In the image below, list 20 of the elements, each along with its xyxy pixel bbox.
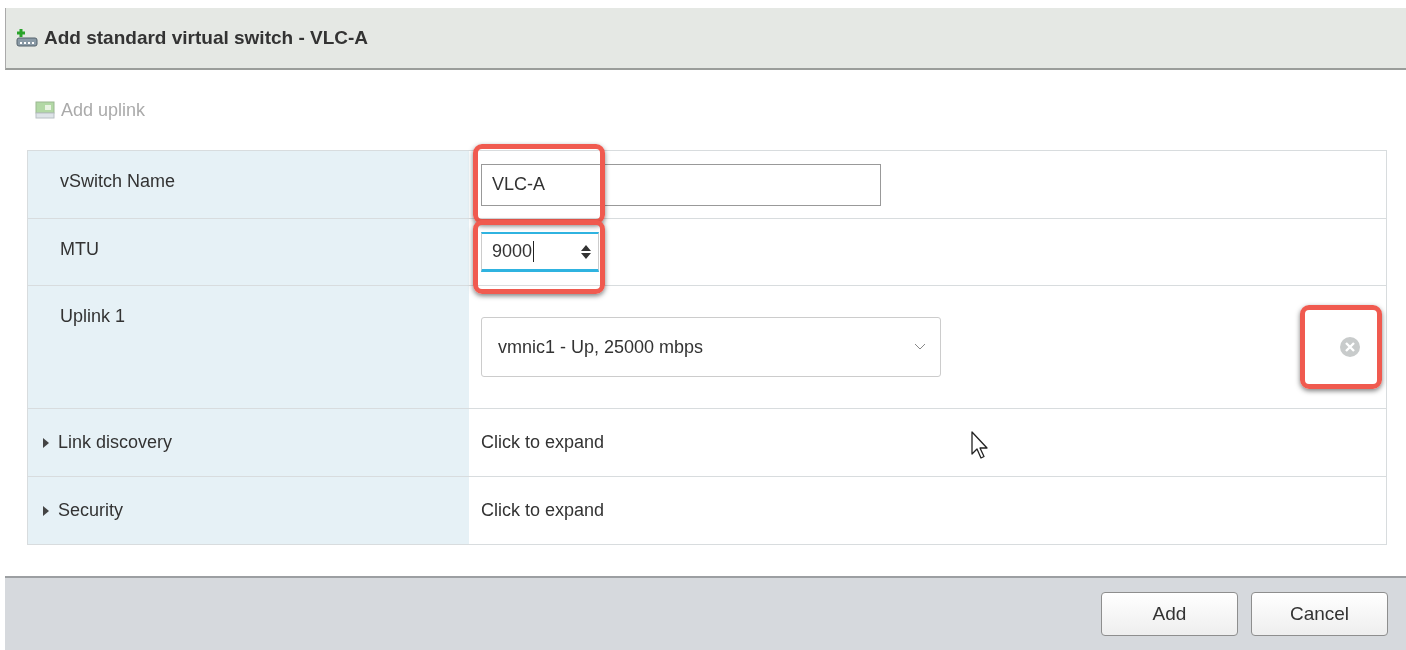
mouse-pointer-icon: [971, 431, 989, 459]
field-label: vSwitch Name: [60, 171, 176, 192]
network-card-icon: [35, 101, 55, 119]
field-label: MTU: [60, 239, 99, 260]
spinner-icon[interactable]: [580, 243, 592, 260]
expand-hint[interactable]: Click to expand: [481, 432, 605, 453]
mtu-field[interactable]: 9000: [481, 232, 599, 272]
window-title: Add standard virtual switch - VLC-A: [44, 27, 369, 49]
dialog-button[interactable]: Add: [1101, 592, 1238, 636]
field-label: Uplink 1: [60, 306, 126, 327]
chevron-down-icon: [914, 343, 926, 351]
vswitch-name-field[interactable]: VLC-A: [481, 163, 881, 206]
expand-arrow-icon[interactable]: [42, 437, 50, 448]
network-switch-add-icon: [16, 28, 38, 48]
dialog-button[interactable]: Cancel: [1251, 592, 1388, 636]
expand-arrow-icon[interactable]: [42, 505, 50, 516]
expand-hint[interactable]: Click to expand: [481, 500, 605, 521]
field-label: Link discovery: [58, 432, 173, 453]
uplink-dropdown[interactable]: vmnic1 - Up, 25000 mbps: [481, 317, 941, 377]
field-label: Security: [58, 500, 124, 521]
